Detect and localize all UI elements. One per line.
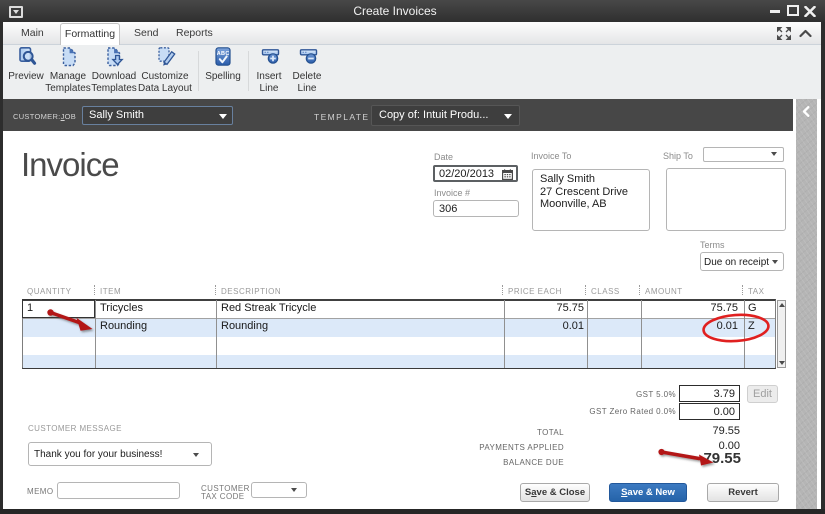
svg-text:ABC: ABC <box>217 51 230 57</box>
